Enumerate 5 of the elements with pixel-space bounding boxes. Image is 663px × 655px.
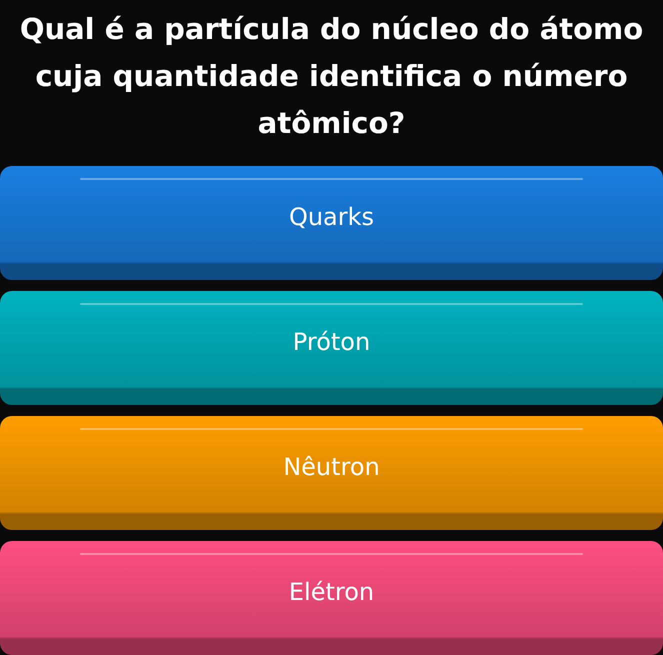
- answer-button[interactable]: Próton: [0, 291, 663, 405]
- answer-button[interactable]: Quarks: [0, 166, 663, 280]
- answer-button[interactable]: Nêutron: [0, 416, 663, 530]
- question-text: Qual é a partícula do núcleo do átomo cuja quantidade identifica o número atômico?: [18, 11, 644, 142]
- answer-button[interactable]: Elétron: [0, 541, 663, 655]
